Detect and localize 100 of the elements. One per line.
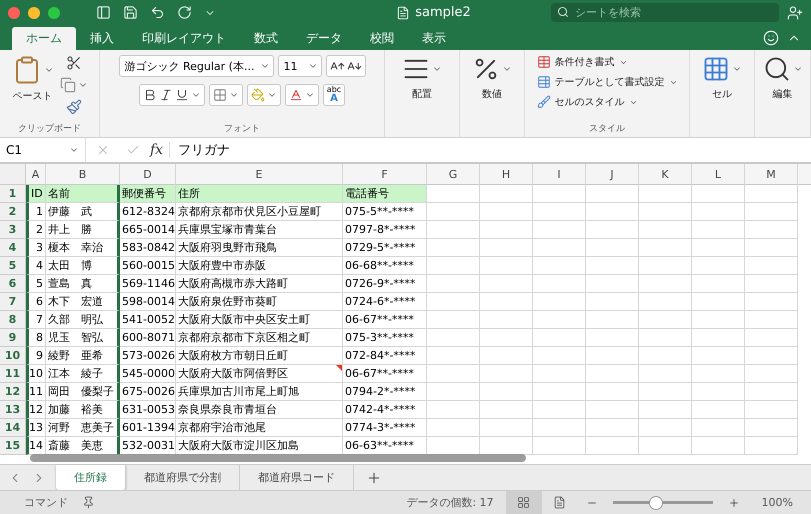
column-header[interactable]: G xyxy=(427,164,480,185)
search-field[interactable]: シートを検索 xyxy=(551,3,779,22)
column-header[interactable]: M xyxy=(745,164,798,185)
table-cell xyxy=(692,347,745,365)
table-cell xyxy=(480,311,533,329)
cut-icon[interactable] xyxy=(66,55,82,71)
table-cell xyxy=(427,329,480,347)
column-header[interactable]: J xyxy=(586,164,639,185)
table-cell: 075-3**-**** xyxy=(343,329,427,347)
zoom-reading: 100% xyxy=(760,496,794,509)
table-cell: 大阪府大阪市淀川区加島 xyxy=(176,437,343,455)
cells-icon[interactable] xyxy=(702,55,730,83)
column-header[interactable]: K xyxy=(639,164,692,185)
font-name-field[interactable]: 游ゴシック Regular (本... xyxy=(118,55,274,77)
underline-icon[interactable] xyxy=(174,88,189,102)
table-cell: 583-0842 xyxy=(120,239,176,257)
share-icon[interactable] xyxy=(787,4,803,20)
save-icon[interactable] xyxy=(123,5,138,20)
zoom-thumb[interactable] xyxy=(648,496,663,510)
table-cell: 木下 宏道 xyxy=(46,293,120,311)
row-header[interactable]: 10 xyxy=(0,347,26,365)
fill-color-icon[interactable] xyxy=(250,88,265,102)
font-size-field[interactable]: 11 xyxy=(278,55,322,77)
table-cell xyxy=(533,383,586,401)
undo-icon[interactable] xyxy=(150,5,165,20)
row-header[interactable]: 2 xyxy=(0,203,26,221)
column-header[interactable]: B xyxy=(46,164,120,185)
table-cell xyxy=(427,275,480,293)
column-header[interactable]: D xyxy=(120,164,176,185)
editing-label[interactable]: 編集 xyxy=(772,87,792,101)
ribbon-tab[interactable]: データ xyxy=(292,27,356,50)
smiley-icon[interactable] xyxy=(763,30,779,46)
paste-label[interactable]: ペースト xyxy=(12,89,52,103)
row-header[interactable]: 8 xyxy=(0,311,26,329)
zoom-in-icon[interactable] xyxy=(728,496,740,508)
zoom-button[interactable] xyxy=(48,6,60,18)
row-header[interactable]: 13 xyxy=(0,401,26,419)
style-menu-item[interactable]: 条件付き書式 xyxy=(536,55,628,69)
phonetic-button[interactable]: abc A xyxy=(322,84,346,106)
sidebar-icon[interactable] xyxy=(96,5,111,20)
table-cell xyxy=(692,293,745,311)
formula-field[interactable]: フリガナ xyxy=(170,141,230,159)
row-header[interactable]: 9 xyxy=(0,329,26,347)
table-cell xyxy=(480,329,533,347)
row-header[interactable]: 5 xyxy=(0,257,26,275)
table-cell xyxy=(586,203,639,221)
row-header[interactable]: 6 xyxy=(0,275,26,293)
row-header[interactable]: 14 xyxy=(0,419,26,437)
table-cell xyxy=(586,275,639,293)
number-label[interactable]: 数値 xyxy=(482,87,502,101)
ribbon-tab[interactable]: 数式 xyxy=(240,27,292,50)
table-cell xyxy=(639,239,692,257)
column-header[interactable]: E xyxy=(176,164,343,185)
ribbon-tab[interactable]: ホーム xyxy=(12,27,76,50)
ribbon-tab[interactable]: 挿入 xyxy=(76,27,128,50)
table-cell: ID xyxy=(26,185,46,203)
redo-icon[interactable] xyxy=(177,5,192,20)
style-menu-item[interactable]: セルのスタイル xyxy=(536,95,638,109)
name-box[interactable]: C1 xyxy=(0,138,86,162)
table-cell: 06-67**-**** xyxy=(343,365,427,383)
table-cell xyxy=(586,383,639,401)
table-cell xyxy=(692,311,745,329)
column-header[interactable]: L xyxy=(692,164,745,185)
sheet-tab[interactable]: 住所録 xyxy=(56,465,126,490)
copy-icon[interactable] xyxy=(60,77,76,93)
ribbon-tab[interactable]: 印刷レイアウト xyxy=(128,27,240,50)
table-cell: 8 xyxy=(26,329,46,347)
table-cell xyxy=(427,203,480,221)
format-painter-icon[interactable] xyxy=(66,99,82,115)
table-cell xyxy=(533,203,586,221)
cells-label[interactable]: セル xyxy=(712,87,732,101)
table-cell xyxy=(692,383,745,401)
scrollbar[interactable] xyxy=(30,454,526,462)
search-icon[interactable] xyxy=(762,55,790,83)
ribbon-tab[interactable]: 校閲 xyxy=(356,27,408,50)
font-color-icon[interactable] xyxy=(288,88,303,102)
row-header[interactable]: 1 xyxy=(0,185,26,203)
table-cell: 14 xyxy=(26,437,46,455)
alignment-label[interactable]: 配置 xyxy=(412,87,432,101)
column-header[interactable]: I xyxy=(533,164,586,185)
ribbon-tab[interactable]: 表示 xyxy=(408,27,460,50)
column-header[interactable]: A xyxy=(26,164,46,185)
column-header[interactable]: H xyxy=(480,164,533,185)
table-cell: 大阪府泉佐野市葵町 xyxy=(176,293,343,311)
minimize-button[interactable] xyxy=(28,6,40,18)
row-header[interactable]: 7 xyxy=(0,293,26,311)
table-cell: 河野 恵美子 xyxy=(46,419,120,437)
table-cell: 545-0000 xyxy=(120,365,176,383)
row-header[interactable]: 11 xyxy=(0,365,26,383)
row-header[interactable]: 12 xyxy=(0,383,26,401)
normal-view-button[interactable] xyxy=(506,491,542,514)
row-header[interactable]: 15 xyxy=(0,437,26,455)
border-icon[interactable] xyxy=(212,88,227,102)
style-menu-item[interactable]: テーブルとして書式設定 xyxy=(536,75,678,89)
column-header[interactable]: F xyxy=(343,164,427,185)
row-header[interactable]: 3 xyxy=(0,221,26,239)
italic-icon[interactable] xyxy=(158,88,173,102)
table-cell: 加藤 裕美 xyxy=(46,401,120,419)
row-header[interactable]: 4 xyxy=(0,239,26,257)
function-button[interactable]: fx xyxy=(150,142,170,158)
